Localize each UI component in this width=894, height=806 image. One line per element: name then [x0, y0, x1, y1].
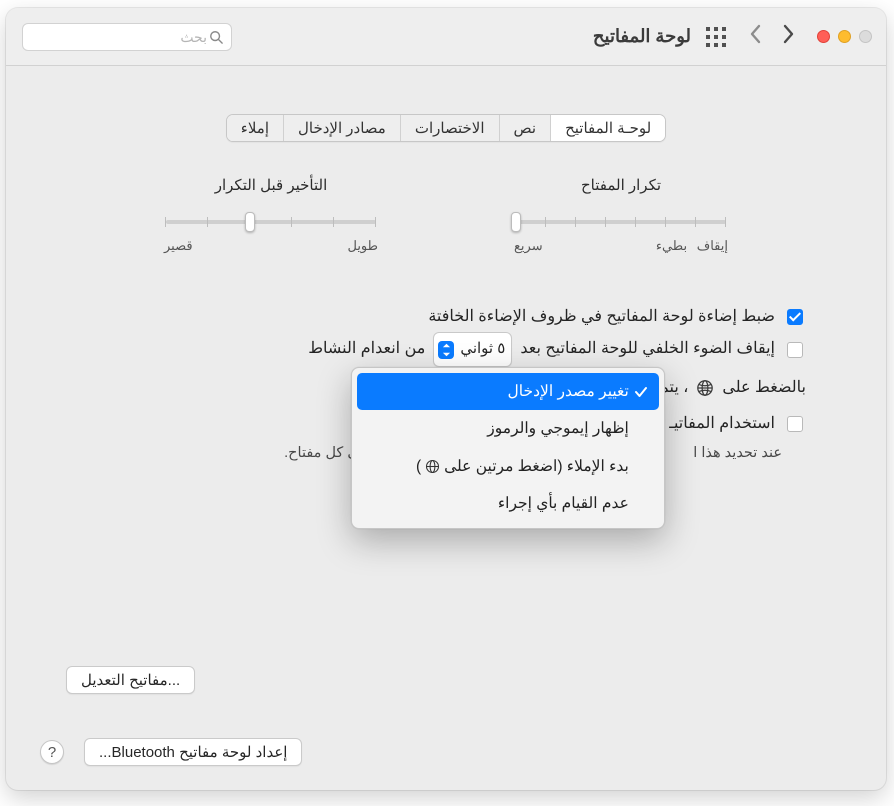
modifier-keys-button[interactable]: مفاتيح التعديل... [66, 666, 195, 694]
show-all-icon[interactable] [705, 26, 727, 48]
row-adjust-backlight: ضبط إضاءة لوحة المفاتيح في ظروف الإضاءة … [86, 302, 806, 332]
slider-delay-title: التأخير قبل التكرار [215, 176, 328, 194]
menu-item-dictation[interactable]: بدء الإملاء (اضغط مرتين على ) [357, 448, 659, 485]
window-controls [817, 30, 872, 43]
bluetooth-keyboard-button[interactable]: إعداد لوحة مفاتيح Bluetooth... [84, 738, 302, 766]
tab-text[interactable]: نص [499, 115, 551, 141]
tab-dictation[interactable]: إملاء [227, 115, 283, 141]
tab-input-sources[interactable]: مصادر الإدخال [283, 115, 400, 141]
window-title: لوحة المفاتيح [593, 26, 691, 47]
help-button[interactable]: ? [40, 740, 64, 764]
forward-icon [749, 24, 763, 49]
tabs: لوحـة المفاتيح نص الاختصارات مصادر الإدخ… [6, 114, 886, 142]
pane-body: لوحـة المفاتيح نص الاختصارات مصادر الإدخ… [6, 66, 886, 790]
footer: ? إعداد لوحة مفاتيح Bluetooth... [6, 738, 886, 766]
select-backlight-value: ٥ ثواني [460, 335, 505, 364]
row-press-globe: بالضغط على ، يتم تغيير مصدر الإدخال [86, 373, 806, 403]
back-icon[interactable] [781, 24, 795, 49]
close-icon[interactable] [817, 30, 830, 43]
label-adjust-backlight: ضبط إضاءة لوحة المفاتيح في ظروف الإضاءة … [428, 302, 775, 332]
menu-item-nothing[interactable]: عدم القيام بأي إجراء [357, 485, 659, 522]
tab-keyboard[interactable]: لوحـة المفاتيح [550, 115, 665, 141]
preferences-window: لوحة المفاتيح لوحـة المفاتيح نص الاختصار… [6, 8, 886, 790]
checkbox-backlight-off[interactable] [787, 342, 803, 358]
label-short: قصير [164, 238, 193, 254]
search-icon [209, 30, 223, 44]
sliders-row: تكرار المفتاح إيقاف بطيء سريع التأخير قب… [6, 176, 886, 254]
slider-key-repeat: تكرار المفتاح إيقاف بطيء سريع [506, 176, 736, 254]
menu-item-label-post: ) [416, 452, 421, 481]
tab-shortcuts[interactable]: الاختصارات [400, 115, 499, 141]
globe-icon [425, 459, 440, 474]
menu-item-label: عدم القيام بأي إجراء [498, 489, 629, 518]
label-long: طويل [347, 238, 378, 254]
label-slow: بطيء [656, 238, 687, 254]
label-press-globe-pre: بالضغط على [722, 373, 806, 403]
menu-item-label-pre: بدء الإملاء (اضغط مرتين على [444, 452, 629, 481]
settings-block: ضبط إضاءة لوحة المفاتيح في ظروف الإضاءة … [86, 302, 806, 467]
slider-key-repeat-track[interactable] [516, 210, 726, 232]
titlebar: لوحة المفاتيح [6, 8, 886, 66]
menu-item-emoji[interactable]: إظهار إيموجي والرموز [357, 410, 659, 447]
slider-delay-track[interactable] [166, 210, 376, 232]
globe-action-menu: تغيير مصدر الإدخال إظهار إيموجي والرموز … [351, 367, 665, 529]
menu-item-label: تغيير مصدر الإدخال [508, 377, 629, 406]
checkbox-adjust-backlight[interactable] [787, 309, 803, 325]
checkbox-fkeys[interactable] [787, 416, 803, 432]
modifier-keys-row: مفاتيح التعديل... [6, 666, 255, 694]
check-icon [633, 385, 649, 399]
label-backlight-off-pre: إيقاف الضوء الخلفي للوحة المفاتيح بعد [520, 334, 775, 364]
slider-delay-thumb[interactable] [245, 212, 255, 232]
zoom-icon [859, 30, 872, 43]
globe-icon [696, 379, 714, 397]
minimize-icon[interactable] [838, 30, 851, 43]
globe-action-popup-anchor: تغيير مصدر الإدخال تغيير مصدر الإدخال [497, 373, 650, 403]
label-fkeys: استخدام المفاتيـ [669, 409, 775, 439]
search-field[interactable] [22, 23, 232, 51]
slider-delay: التأخير قبل التكرار طويل قصير [156, 176, 386, 254]
updown-icon [438, 341, 454, 359]
label-fkeys-note-pre: عند تحديد هذا ا [693, 440, 782, 468]
menu-item-change-input[interactable]: تغيير مصدر الإدخال [357, 373, 659, 410]
select-backlight-duration[interactable]: ٥ ثواني [433, 332, 512, 367]
search-input[interactable] [24, 28, 209, 46]
nav-arrows [749, 24, 795, 49]
row-backlight-off: إيقاف الضوء الخلفي للوحة المفاتيح بعد ٥ … [86, 332, 806, 367]
menu-item-label: إظهار إيموجي والرموز [487, 414, 629, 443]
slider-key-repeat-title: تكرار المفتاح [581, 176, 661, 194]
label-backlight-off-post: من انعدام النشاط [308, 334, 425, 364]
tab-group: لوحـة المفاتيح نص الاختصارات مصادر الإدخ… [226, 114, 666, 142]
slider-key-repeat-thumb[interactable] [511, 212, 521, 232]
label-fast: سريع [514, 238, 585, 254]
